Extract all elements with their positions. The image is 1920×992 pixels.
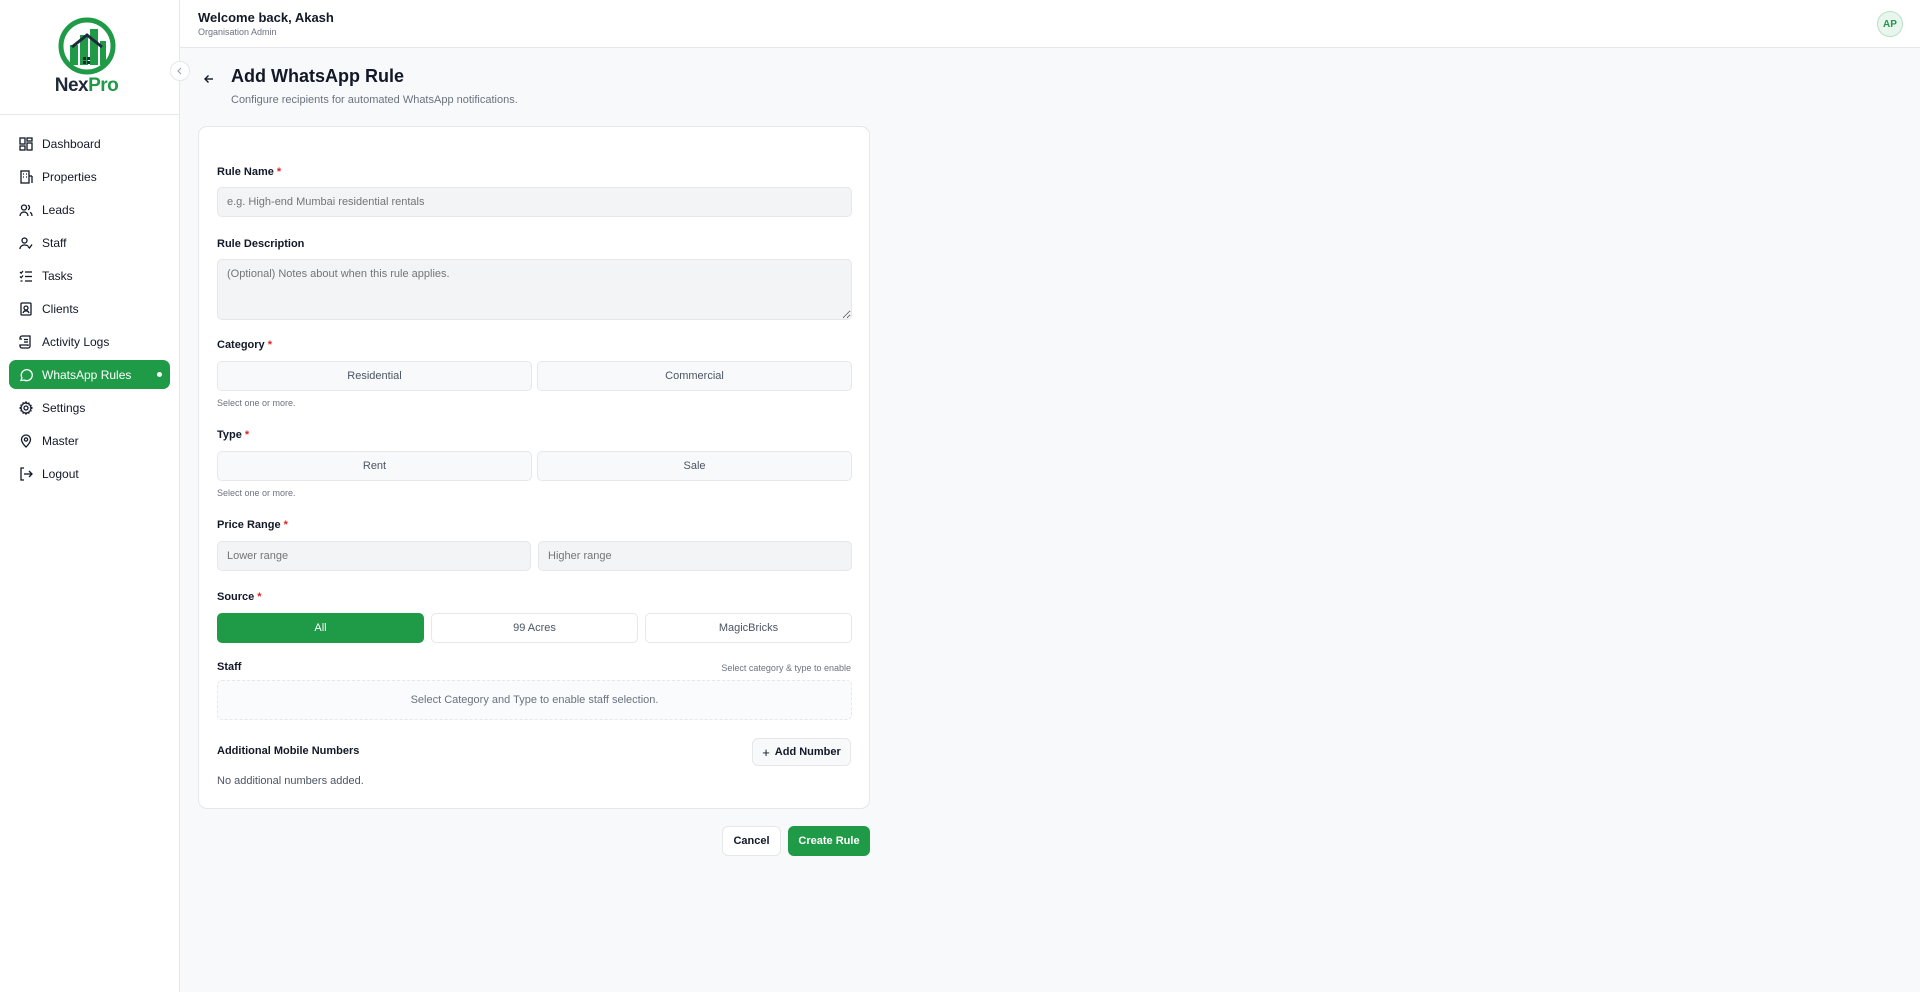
sidebar-item-label: Logout: [42, 466, 79, 481]
user-check-icon: [18, 235, 33, 250]
staff-selection-placeholder: Select Category and Type to enable staff…: [217, 680, 852, 720]
source-option-magicbricks[interactable]: MagicBricks: [645, 613, 852, 643]
add-number-label: Add Number: [774, 746, 841, 758]
sidebar-item-label: Settings: [42, 400, 86, 415]
brand-name-part2: Pro: [88, 75, 119, 96]
contact-icon: [18, 301, 33, 316]
dashboard-icon: [18, 136, 33, 151]
sidebar-item-label: Dashboard: [42, 136, 101, 151]
list-checks-icon: [18, 268, 33, 283]
logo-house-icon: [58, 17, 115, 75]
rule-description-label: Rule Description: [217, 238, 305, 250]
sidebar-item-label: Activity Logs: [42, 334, 110, 349]
sidebar-item-label: Properties: [42, 169, 97, 184]
required-mark: *: [267, 339, 272, 351]
back-button[interactable]: [200, 70, 218, 88]
category-option-residential[interactable]: Residential: [217, 361, 532, 391]
source-label-text: Source: [217, 591, 255, 603]
add-number-button[interactable]: + Add Number: [752, 738, 851, 766]
category-label: Category *: [217, 339, 272, 351]
staff-label: Staff: [217, 661, 242, 673]
scroll-icon: [18, 334, 33, 349]
sidebar-item-label: WhatsApp Rules: [42, 367, 132, 382]
sidebar-item-dashboard[interactable]: Dashboard: [9, 129, 170, 158]
page-title: Add WhatsApp Rule: [231, 66, 404, 86]
sidebar-item-label: Master: [42, 433, 79, 448]
source-option-99-acres[interactable]: 99 Acres: [431, 613, 638, 643]
sidebar-item-clients[interactable]: Clients: [9, 294, 170, 323]
sidebar-item-logout[interactable]: Logout: [9, 459, 170, 488]
source-option-all[interactable]: All: [217, 613, 424, 643]
avatar[interactable]: AP: [1877, 11, 1903, 37]
category-label-text: Category: [217, 339, 265, 351]
price-range-label-text: Price Range: [217, 519, 281, 531]
sidebar-item-leads[interactable]: Leads: [9, 195, 170, 224]
required-mark: *: [257, 591, 262, 603]
sidebar-nav: Dashboard Properties Leads Staff Tasks C…: [0, 115, 179, 488]
active-indicator-dot: [157, 372, 162, 377]
sidebar-item-activity-logs[interactable]: Activity Logs: [9, 327, 170, 356]
sidebar-item-label: Staff: [42, 235, 67, 250]
required-mark: *: [244, 429, 250, 441]
sidebar: NexPro Dashboard Properties Leads Staff …: [0, 0, 180, 992]
required-mark: *: [283, 519, 288, 531]
category-option-commercial[interactable]: Commercial: [537, 361, 852, 391]
create-rule-button[interactable]: Create Rule: [788, 826, 870, 856]
sidebar-item-master[interactable]: Master: [9, 426, 170, 455]
cancel-button[interactable]: Cancel: [722, 826, 781, 856]
building-icon: [18, 169, 33, 184]
message-circle-icon: [18, 367, 33, 382]
sidebar-item-whatsapp-rules[interactable]: WhatsApp Rules: [9, 360, 170, 389]
logo-area: NexPro: [0, 0, 179, 115]
type-option-sale[interactable]: Sale: [537, 451, 852, 481]
rule-name-label: Rule Name *: [217, 166, 281, 178]
sidebar-item-properties[interactable]: Properties: [9, 162, 170, 191]
welcome-text: Welcome back, Akash: [198, 10, 334, 25]
type-label: Type *: [217, 429, 249, 441]
additional-numbers-label: Additional Mobile Numbers: [217, 745, 360, 757]
price-range-label: Price Range *: [217, 519, 288, 531]
price-lower-input[interactable]: [217, 541, 531, 571]
no-numbers-text: No additional numbers added.: [217, 775, 364, 787]
map-pin-icon: [18, 433, 33, 448]
logout-icon: [18, 466, 33, 481]
brand-logo[interactable]: NexPro: [37, 15, 137, 99]
staff-hint: Select category & type to enable: [721, 663, 851, 673]
brand-name: NexPro: [55, 75, 119, 97]
arrow-left-icon: [204, 75, 213, 83]
sidebar-collapse-button[interactable]: [170, 61, 190, 81]
sidebar-item-tasks[interactable]: Tasks: [9, 261, 170, 290]
top-header: Welcome back, Akash Organisation Admin A…: [180, 0, 1920, 48]
brand-name-part1: Nex: [54, 75, 89, 96]
users-icon: [18, 202, 33, 217]
chevron-left-icon: [177, 67, 182, 75]
source-label: Source *: [217, 591, 262, 603]
rule-name-input[interactable]: [217, 187, 852, 217]
sidebar-item-settings[interactable]: Settings: [9, 393, 170, 422]
sidebar-item-label: Leads: [42, 202, 75, 217]
type-option-rent[interactable]: Rent: [217, 451, 532, 481]
sidebar-item-label: Tasks: [42, 268, 73, 283]
sidebar-item-staff[interactable]: Staff: [9, 228, 170, 257]
page-subtitle: Configure recipients for automated Whats…: [231, 94, 518, 106]
type-label-text: Type: [217, 429, 242, 441]
user-role: Organisation Admin: [198, 27, 277, 37]
rule-form-card: Rule Name* Rule Description Category* Re…: [198, 126, 870, 809]
required-mark: *: [276, 166, 282, 178]
rule-name-label-text: Rule Name: [217, 166, 274, 178]
gear-icon: [18, 400, 33, 415]
rule-description-textarea[interactable]: [217, 259, 852, 320]
sidebar-item-label: Clients: [42, 301, 79, 316]
type-hint: Select one or more.: [217, 488, 296, 498]
plus-icon: +: [762, 744, 770, 760]
price-higher-input[interactable]: [538, 541, 852, 571]
category-hint: Select one or more.: [217, 398, 296, 408]
